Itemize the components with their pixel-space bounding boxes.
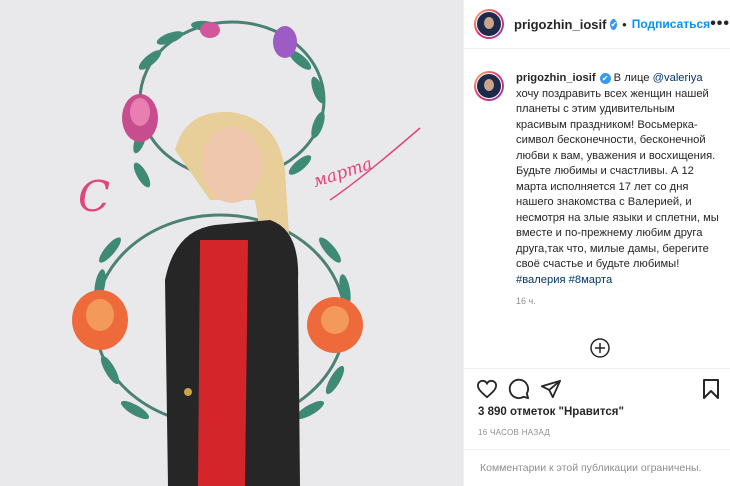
post-side-panel: prigozhin_iosif ✔ • Подписаться ••• prig…	[463, 0, 730, 486]
post-header: prigozhin_iosif ✔ • Подписаться •••	[464, 0, 730, 49]
caption-text: prigozhin_iosif ✔ В лице @valeriya хочу п…	[516, 71, 720, 288]
share-icon[interactable]	[540, 379, 562, 399]
heart-icon[interactable]	[476, 379, 498, 399]
caption-username-link[interactable]: prigozhin_iosif	[516, 72, 596, 84]
separator-dot: •	[622, 16, 627, 32]
comments-restricted-notice: Комментарии к этой публикации ограничены…	[464, 449, 730, 486]
verified-badge-icon: ✔	[610, 18, 618, 30]
greeting-illustration	[72, 20, 421, 486]
caption-text-body: хочу поздравить всех женщин нашей планет…	[516, 87, 719, 271]
flower-bottom-left	[72, 290, 128, 350]
likes-count[interactable]: 3 890 отметок "Нравится"	[478, 406, 624, 418]
post-time[interactable]: 16 ЧАСОВ НАЗАД	[478, 428, 550, 437]
caption-avatar[interactable]	[474, 71, 504, 101]
more-options-icon[interactable]: •••	[710, 15, 730, 33]
instagram-post: С марта prigozhin_iosif ✔ • Подписаться …	[0, 0, 730, 486]
hashtag-link[interactable]: #валерия	[516, 274, 566, 286]
username-link[interactable]: prigozhin_iosif	[514, 17, 606, 32]
flower-top-left	[122, 94, 158, 142]
caption-timestamp: 16 ч.	[516, 296, 536, 306]
bookmark-icon[interactable]	[702, 378, 720, 400]
avatar[interactable]	[474, 9, 504, 39]
flower-bottom-right	[307, 297, 363, 353]
comment-icon[interactable]	[508, 378, 530, 400]
post-photo[interactable]: С марта	[0, 0, 463, 486]
script-c-text: С	[78, 172, 111, 221]
avatar-image	[476, 11, 502, 37]
flower-top-right	[200, 22, 297, 58]
plus-circle-icon[interactable]	[590, 338, 610, 358]
caption: prigozhin_iosif ✔ В лице @valeriya хочу п…	[464, 49, 730, 288]
mention-link[interactable]: @valeriya	[653, 72, 703, 84]
follow-button[interactable]: Подписаться	[632, 17, 710, 31]
action-bar	[464, 368, 730, 409]
hashtag-link[interactable]: #8марта	[569, 274, 613, 286]
caption-text-intro: В лице	[610, 72, 653, 84]
avatar-image	[476, 73, 502, 99]
verified-badge-icon: ✔	[599, 72, 611, 84]
